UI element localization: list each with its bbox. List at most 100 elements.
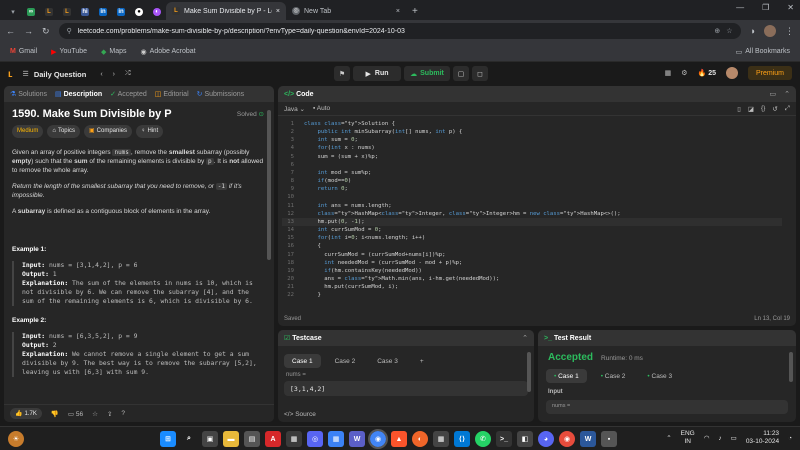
pinned-tab[interactable]: ∞ (22, 4, 40, 20)
bookmark-star-icon[interactable]: ☆ (726, 27, 732, 35)
next-problem-icon[interactable]: › (113, 71, 115, 78)
tab-accepted[interactable]: ✓ Accepted (110, 90, 147, 98)
submit-button[interactable]: ☁ Submit (404, 66, 450, 81)
code-line[interactable]: 15 for(int i=0; i<nums.length; i++) (282, 234, 782, 242)
pinned-tab[interactable]: ◐ (148, 4, 166, 20)
premium-button[interactable]: Premium (747, 66, 792, 80)
extension-icon[interactable]: ◑ (750, 26, 755, 36)
reload-icon[interactable]: ↻ (42, 26, 50, 37)
tab-menu-icon[interactable]: ▾ (4, 4, 22, 20)
code-line[interactable]: 9 return 0; (282, 185, 782, 193)
omnibox[interactable]: ⚲ leetcode.com/problems/make-sum-divisib… (58, 23, 741, 39)
tab-leetcode[interactable]: L Make Sum Divisible by P - Leet × (166, 2, 286, 20)
run-button[interactable]: ▶ Run (353, 66, 401, 81)
companies-chip[interactable]: ▣ Companies (83, 125, 133, 138)
test-result-tab[interactable]: >_ Test Result (544, 335, 591, 342)
code-line[interactable]: 17 currSumMod = (currSumMod+nums[i])%p; (282, 251, 782, 259)
code-line[interactable]: 3 int sum = 0; (282, 136, 782, 144)
app-icon[interactable]: ▪ (601, 431, 617, 447)
code-line[interactable]: 18 int neededMod = (currSumMod - mod + p… (282, 259, 782, 267)
auto-mode[interactable]: ▪ Auto (313, 105, 330, 112)
pinned-tab[interactable]: in (112, 4, 130, 20)
brave-icon[interactable]: ▲ (391, 431, 407, 447)
notes-button[interactable]: ▢ (453, 66, 469, 81)
maximize-panel-icon[interactable]: ▭ (770, 90, 777, 98)
nums-input[interactable]: [3,1,4,2] (284, 381, 528, 396)
app-icon[interactable]: ◧ (517, 431, 533, 447)
share-icon[interactable]: ⇪ (107, 410, 112, 418)
reset-icon[interactable]: ↺ (772, 105, 777, 113)
pinned-tab[interactable]: L (58, 4, 76, 20)
user-avatar[interactable] (725, 67, 738, 79)
result-case-2[interactable]: • Case 2 (593, 369, 634, 383)
topics-chip[interactable]: ⌂ Topics (47, 125, 80, 138)
terminal-icon[interactable]: >_ (496, 431, 512, 447)
app-icon[interactable]: ▦ (433, 431, 449, 447)
clock[interactable]: 11:23 03-10-2024 (746, 430, 779, 446)
code-area[interactable]: 1 class class="ty">Solution {2 public int… (282, 120, 782, 299)
new-tab-button[interactable]: + (406, 2, 424, 20)
bookmark-maps[interactable]: ◆ Maps (101, 48, 127, 56)
store-icon[interactable]: ▤ (244, 431, 260, 447)
app-icon[interactable]: W (349, 431, 365, 447)
hint-chip[interactable]: ♀ Hint (136, 125, 164, 138)
pinned-tab[interactable]: in (94, 4, 112, 20)
note-icon[interactable]: ▯ (737, 105, 741, 113)
like-button[interactable]: 👍 1.7K (10, 408, 42, 419)
code-line[interactable]: 16 { (282, 242, 782, 250)
close-window-icon[interactable]: ✕ (787, 3, 794, 12)
add-case-button[interactable]: + (412, 354, 432, 368)
close-icon[interactable]: × (396, 8, 400, 15)
tab-editorial[interactable]: ◫ Editorial (155, 90, 189, 98)
problem-list-icon[interactable]: ☰ (23, 70, 29, 78)
scrollbar[interactable] (267, 110, 271, 260)
all-bookmarks[interactable]: ▭ All Bookmarks (736, 48, 790, 56)
collapse-icon[interactable]: ⌃ (522, 334, 528, 342)
feedback-button[interactable]: ◻ (472, 66, 488, 81)
volume-icon[interactable]: ♪ (718, 435, 721, 442)
app-icon[interactable]: ▦ (286, 431, 302, 447)
app-icon[interactable]: ◎ (307, 431, 323, 447)
whatsapp-icon[interactable]: ✆ (475, 431, 491, 447)
daily-question-label[interactable]: Daily Question (34, 70, 87, 79)
tab-solutions[interactable]: ⚗ Solutions (10, 90, 47, 98)
format-icon[interactable]: {} (761, 105, 765, 113)
scrollbar[interactable] (527, 352, 531, 392)
bookmark-icon[interactable]: ◪ (748, 105, 754, 113)
tab-new-tab[interactable]: ◎ New Tab × (286, 2, 406, 20)
code-line[interactable]: 19 if(hm.containsKey(neededMod)) (282, 267, 782, 275)
case-3[interactable]: Case 3 (369, 354, 406, 368)
streak-counter[interactable]: 🔥 25 (697, 69, 716, 78)
result-case-1[interactable]: • Case 1 (546, 369, 587, 383)
pinned-tab[interactable]: hi (76, 4, 94, 20)
profile-avatar[interactable] (764, 25, 776, 37)
code-line[interactable]: 20 ans = class="ty">Math.min(ans, i-hm.g… (282, 275, 782, 283)
search-icon[interactable]: ⌕ (181, 431, 197, 447)
language-indicator[interactable]: ENG IN (681, 430, 695, 446)
chrome-menu-icon[interactable]: ⋮ (785, 26, 794, 37)
app-icon[interactable]: ▦ (328, 431, 344, 447)
settings-gear-icon[interactable]: ⚙ (681, 69, 687, 77)
case-2[interactable]: Case 2 (327, 354, 364, 368)
code-line[interactable]: 7 int mod = sum%p; (282, 169, 782, 177)
acrobat-icon[interactable]: A (265, 431, 281, 447)
wifi-icon[interactable]: ◠ (704, 434, 710, 442)
task-view-icon[interactable]: ▣ (202, 431, 218, 447)
case-1[interactable]: Case 1 (284, 354, 321, 368)
help-icon[interactable]: ? (121, 410, 125, 417)
code-line[interactable]: 2 public int minSubarray(int[] nums, int… (282, 128, 782, 136)
weather-widget-icon[interactable]: ☀ (8, 430, 24, 447)
file-explorer-icon[interactable]: ▬ (223, 431, 239, 447)
bookmark-youtube[interactable]: ▶ YouTube (51, 48, 87, 56)
code-line[interactable]: 6 (282, 161, 782, 169)
bookmark-gmail[interactable]: M Gmail (10, 48, 37, 55)
bookmark-adobe[interactable]: ◉ Adobe Acrobat (141, 48, 196, 56)
code-line[interactable]: 21 hm.put(currSumMod, i); (282, 283, 782, 291)
testcase-tab[interactable]: ☑ Testcase (284, 334, 322, 342)
code-line[interactable]: 13 hm.put(0, -1); (282, 217, 782, 227)
code-line[interactable]: 8 if(mod==0) (282, 177, 782, 185)
source-link[interactable]: </> Source (284, 411, 316, 418)
collapse-icon[interactable]: ⌃ (784, 90, 790, 98)
word-icon[interactable]: W (580, 431, 596, 447)
forward-icon[interactable]: → (24, 26, 33, 36)
